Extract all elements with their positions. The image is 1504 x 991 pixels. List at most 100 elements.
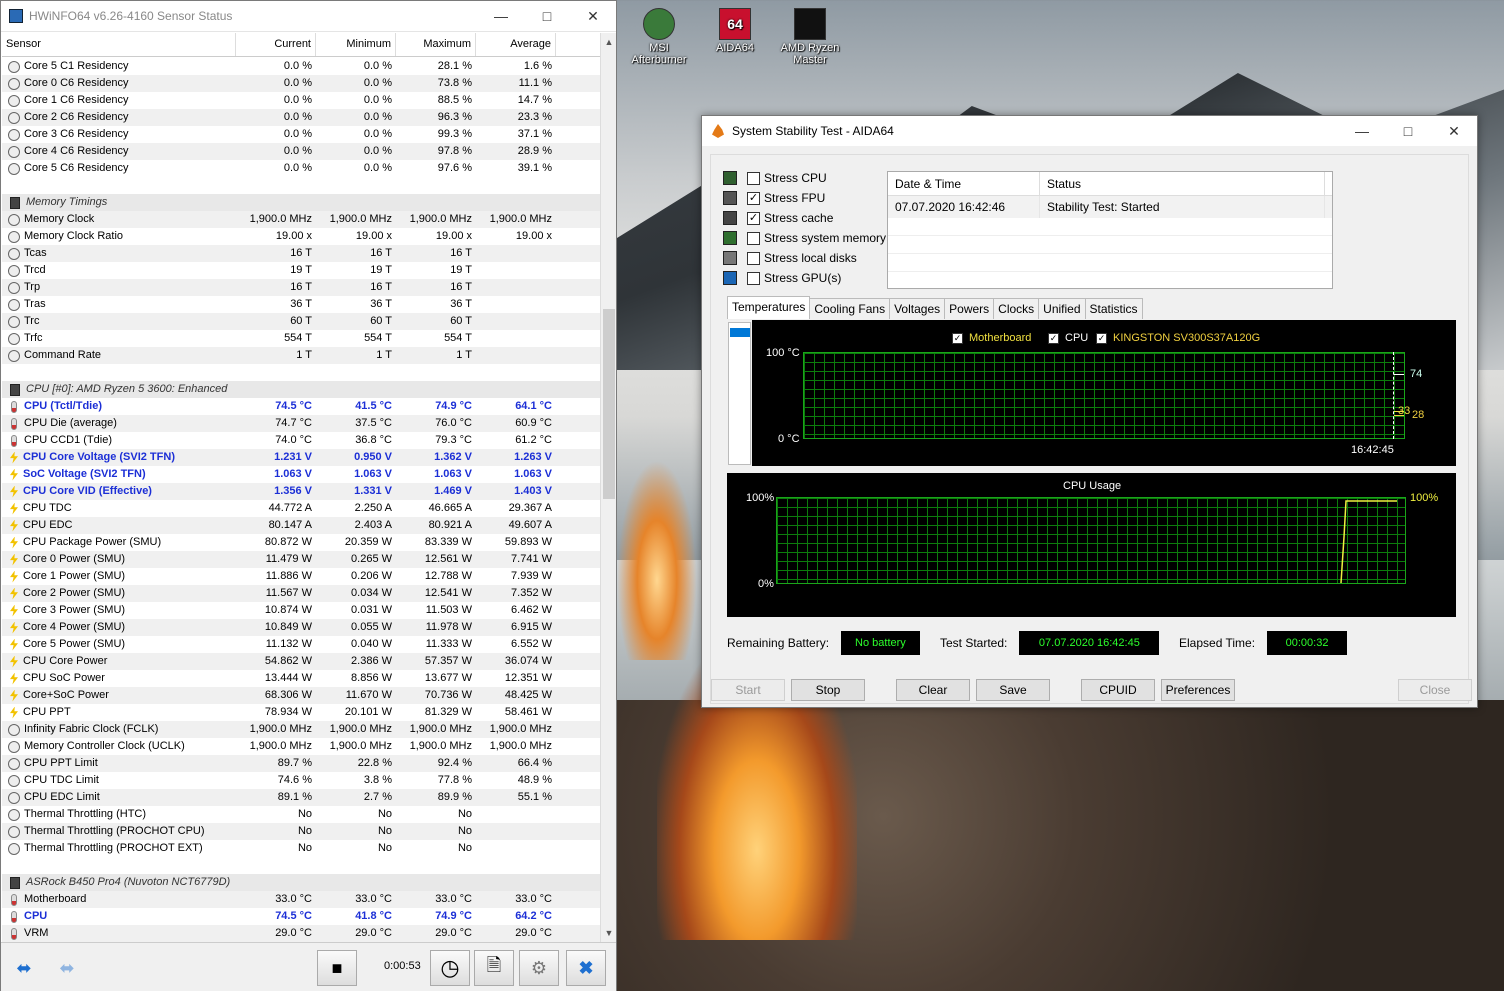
sensor-row[interactable]: CPU (Tctl/Tdie) 74.5 °C 41.5 °C 74.9 °C 64.1… bbox=[2, 398, 600, 415]
sensor-row[interactable]: Tcas 16 T 16 T 16 T bbox=[2, 245, 600, 262]
legend-motherboard[interactable]: ✓ Motherboard bbox=[952, 332, 1031, 344]
sensor-row[interactable]: Core 3 Power (SMU) 10.874 W 0.031 W 11.503 … bbox=[2, 602, 600, 619]
stop-button[interactable]: Stop bbox=[791, 679, 865, 701]
sensor-row[interactable]: Core 3 C6 Residency 0.0 % 0.0 % 99.3 % 37.1 … bbox=[2, 126, 600, 143]
sensor-row[interactable]: Tras 36 T 36 T 36 T bbox=[2, 296, 600, 313]
status-col-status[interactable]: Status bbox=[1040, 172, 1325, 195]
sensor-row[interactable]: CPU SoC Power 13.444 W 8.856 W 13.677 W 12.3… bbox=[2, 670, 600, 687]
sensor-row[interactable]: CPU Core VID (Effective) 1.356 V 1.331 V 1.… bbox=[2, 483, 600, 500]
sensor-row[interactable]: Command Rate 1 T 1 T 1 T bbox=[2, 347, 600, 364]
sensor-row[interactable]: CPU Die (average) 74.7 °C 37.5 °C 76.0 °C 60… bbox=[2, 415, 600, 432]
sensor-group-header[interactable]: CPU [#0]: AMD Ryzen 5 3600: Enhanced bbox=[2, 381, 600, 398]
clock-icon[interactable]: ◷ bbox=[430, 950, 470, 986]
col-minimum[interactable]: Minimum bbox=[316, 33, 396, 56]
status-row[interactable]: 07.07.2020 16:42:46 Stability Test: Star… bbox=[888, 196, 1332, 218]
option-stress-cache[interactable]: ✓ Stress cache bbox=[723, 211, 833, 225]
sensor-row[interactable]: Memory Clock 1,900.0 MHz 1,900.0 MHz 1,900.… bbox=[2, 211, 600, 228]
sensor-row[interactable]: Memory Controller Clock (UCLK) 1,900.0 MH… bbox=[2, 738, 600, 755]
sensor-group-header[interactable]: Memory Timings bbox=[2, 194, 600, 211]
option-stress-gpu-s[interactable]: Stress GPU(s) bbox=[723, 271, 841, 285]
close-x-icon[interactable]: ✖ bbox=[566, 950, 606, 986]
scroll-up-icon[interactable]: ▲ bbox=[601, 37, 617, 47]
col-maximum[interactable]: Maximum bbox=[396, 33, 476, 56]
sensor-row[interactable]: Core 4 C6 Residency 0.0 % 0.0 % 97.8 % 28.9 … bbox=[2, 143, 600, 160]
sensor-row[interactable]: Trc 60 T 60 T 60 T bbox=[2, 313, 600, 330]
sensor-row[interactable]: Core+SoC Power 68.306 W 11.670 W 70.736 W 48… bbox=[2, 687, 600, 704]
cpuid-button[interactable]: CPUID bbox=[1081, 679, 1155, 701]
sensor-row[interactable]: Thermal Throttling (HTC) No No No bbox=[2, 806, 600, 823]
sensor-row[interactable]: Core 4 Power (SMU) 10.849 W 0.055 W 11.978 … bbox=[2, 619, 600, 636]
checkbox[interactable] bbox=[747, 171, 760, 185]
maximize-button[interactable]: □ bbox=[524, 8, 570, 25]
add-report-icon[interactable]: 🗎 bbox=[474, 950, 514, 986]
scroll-thumb[interactable] bbox=[603, 309, 615, 499]
sensor-row[interactable]: Core 0 C6 Residency 0.0 % 0.0 % 73.8 % 11.1 … bbox=[2, 75, 600, 92]
clear-button[interactable]: Clear bbox=[896, 679, 970, 701]
legend-kingston[interactable]: ✓ KINGSTON SV300S37A120G bbox=[1096, 332, 1260, 344]
network-icon[interactable]: ■ bbox=[317, 950, 357, 986]
tab-powers[interactable]: Powers bbox=[944, 298, 995, 319]
save-button[interactable]: Save bbox=[976, 679, 1050, 701]
sensor-row[interactable]: SoC Voltage (SVI2 TFN) 1.063 V 1.063 V 1.06… bbox=[2, 466, 600, 483]
sensor-row[interactable]: Trp 16 T 16 T 16 T bbox=[2, 279, 600, 296]
col-current[interactable]: Current bbox=[236, 33, 316, 56]
sensor-row[interactable] bbox=[2, 177, 600, 194]
tab-statistics[interactable]: Statistics bbox=[1084, 298, 1143, 319]
sensor-row[interactable]: CPU PPT Limit 89.7 % 22.8 % 92.4 % 66.4 % bbox=[2, 755, 600, 772]
sensor-row[interactable]: VRM 29.0 °C 29.0 °C 29.0 °C 29.0 °C bbox=[2, 925, 600, 942]
tab-cooling-fans[interactable]: Cooling Fans bbox=[809, 298, 891, 319]
sensor-row[interactable]: Core 5 Power (SMU) 11.132 W 0.040 W 11.333 … bbox=[2, 636, 600, 653]
preferences-button[interactable]: Preferences bbox=[1161, 679, 1235, 701]
legend-cpu[interactable]: ✓ CPU bbox=[1048, 332, 1088, 344]
sensor-row[interactable]: CPU EDC Limit 89.1 % 2.7 % 89.9 % 55.1 % bbox=[2, 789, 600, 806]
sensor-scrollbar[interactable]: ▲ ▼ bbox=[600, 33, 616, 942]
aida-titlebar[interactable]: System Stability Test - AIDA64 — □ ✕ bbox=[702, 116, 1477, 146]
checkbox[interactable] bbox=[747, 231, 760, 245]
sensor-row[interactable]: Motherboard 33.0 °C 33.0 °C 33.0 °C 33.0 °C bbox=[2, 891, 600, 908]
sensor-row[interactable]: Core 5 C1 Residency 0.0 % 0.0 % 28.1 % 1.6 % bbox=[2, 58, 600, 75]
scroll-down-icon[interactable]: ▼ bbox=[601, 928, 617, 938]
hwinfo-titlebar[interactable]: HWiNFO64 v6.26-4160 Sensor Status — □ ✕ bbox=[1, 1, 616, 32]
checkbox[interactable]: ✓ bbox=[747, 191, 760, 205]
desktop-icon-aida64[interactable]: 64 AIDA64 bbox=[700, 8, 770, 54]
desktop-icon-ryzen-master[interactable]: AMD Ryzen Master bbox=[775, 8, 845, 66]
col-sensor[interactable]: Sensor bbox=[2, 33, 236, 56]
sensor-group-header[interactable]: ASRock B450 Pro4 (Nuvoton NCT6779D) bbox=[2, 874, 600, 891]
sensor-row[interactable]: CPU TDC 44.772 A 2.250 A 46.665 A 29.367 A bbox=[2, 500, 600, 517]
sensor-row[interactable]: Trfc 554 T 554 T 554 T bbox=[2, 330, 600, 347]
sensor-row[interactable]: Core 0 Power (SMU) 11.479 W 0.265 W 12.561 … bbox=[2, 551, 600, 568]
sensor-row[interactable]: CPU PPT 78.934 W 20.101 W 81.329 W 58.461 W bbox=[2, 704, 600, 721]
sensor-row[interactable]: CPU 74.5 °C 41.8 °C 74.9 °C 64.2 °C bbox=[2, 908, 600, 925]
sensor-row[interactable]: CPU EDC 80.147 A 2.403 A 80.921 A 49.607 A bbox=[2, 517, 600, 534]
sensor-row[interactable]: Thermal Throttling (PROCHOT EXT) No No No bbox=[2, 840, 600, 857]
aida-minimize-button[interactable]: — bbox=[1339, 123, 1385, 140]
close-button[interactable]: ✕ bbox=[570, 8, 616, 25]
tab-clocks[interactable]: Clocks bbox=[993, 298, 1040, 319]
sensor-row[interactable]: Core 2 Power (SMU) 11.567 W 0.034 W 12.541 … bbox=[2, 585, 600, 602]
tab-voltages[interactable]: Voltages bbox=[889, 298, 946, 319]
option-stress-local-disks[interactable]: Stress local disks bbox=[723, 251, 857, 265]
start-button[interactable]: Start bbox=[711, 679, 785, 701]
sensor-selector[interactable] bbox=[728, 322, 751, 465]
sensor-row[interactable]: Core 1 C6 Residency 0.0 % 0.0 % 88.5 % 14.7 … bbox=[2, 92, 600, 109]
sensor-row[interactable]: Memory Clock Ratio 19.00 x 19.00 x 19.00 x 1… bbox=[2, 228, 600, 245]
tab-temperatures[interactable]: Temperatures bbox=[727, 296, 811, 319]
sensor-row[interactable]: CPU Core Power 54.862 W 2.386 W 57.357 W 36.… bbox=[2, 653, 600, 670]
close-dialog-button[interactable]: Close bbox=[1398, 679, 1472, 701]
sensor-row[interactable]: Core 2 C6 Residency 0.0 % 0.0 % 96.3 % 23.3 … bbox=[2, 109, 600, 126]
checkbox[interactable] bbox=[747, 271, 760, 285]
sensor-row[interactable]: CPU CCD1 (Tdie) 74.0 °C 36.8 °C 79.3 °C 61.2… bbox=[2, 432, 600, 449]
sensor-row[interactable]: Core 5 C6 Residency 0.0 % 0.0 % 97.6 % 39.1 … bbox=[2, 160, 600, 177]
sensor-row[interactable]: CPU Package Power (SMU) 80.872 W 20.359 W 8… bbox=[2, 534, 600, 551]
status-col-datetime[interactable]: Date & Time bbox=[888, 172, 1040, 195]
checkbox[interactable] bbox=[747, 251, 760, 265]
desktop-icon-msi-afterburner[interactable]: MSI Afterburner bbox=[624, 8, 694, 66]
sensor-row[interactable]: Trcd 19 T 19 T 19 T bbox=[2, 262, 600, 279]
navigate-arrows-disabled-icon[interactable]: ⬌ bbox=[47, 950, 87, 986]
option-stress-fpu[interactable]: ✓ Stress FPU bbox=[723, 191, 825, 205]
col-average[interactable]: Average bbox=[476, 33, 556, 56]
sensor-row[interactable] bbox=[2, 364, 600, 381]
option-stress-system-memory[interactable]: Stress system memory bbox=[723, 231, 886, 245]
option-stress-cpu[interactable]: Stress CPU bbox=[723, 171, 827, 185]
sensor-row[interactable]: Infinity Fabric Clock (FCLK) 1,900.0 MHz 1… bbox=[2, 721, 600, 738]
